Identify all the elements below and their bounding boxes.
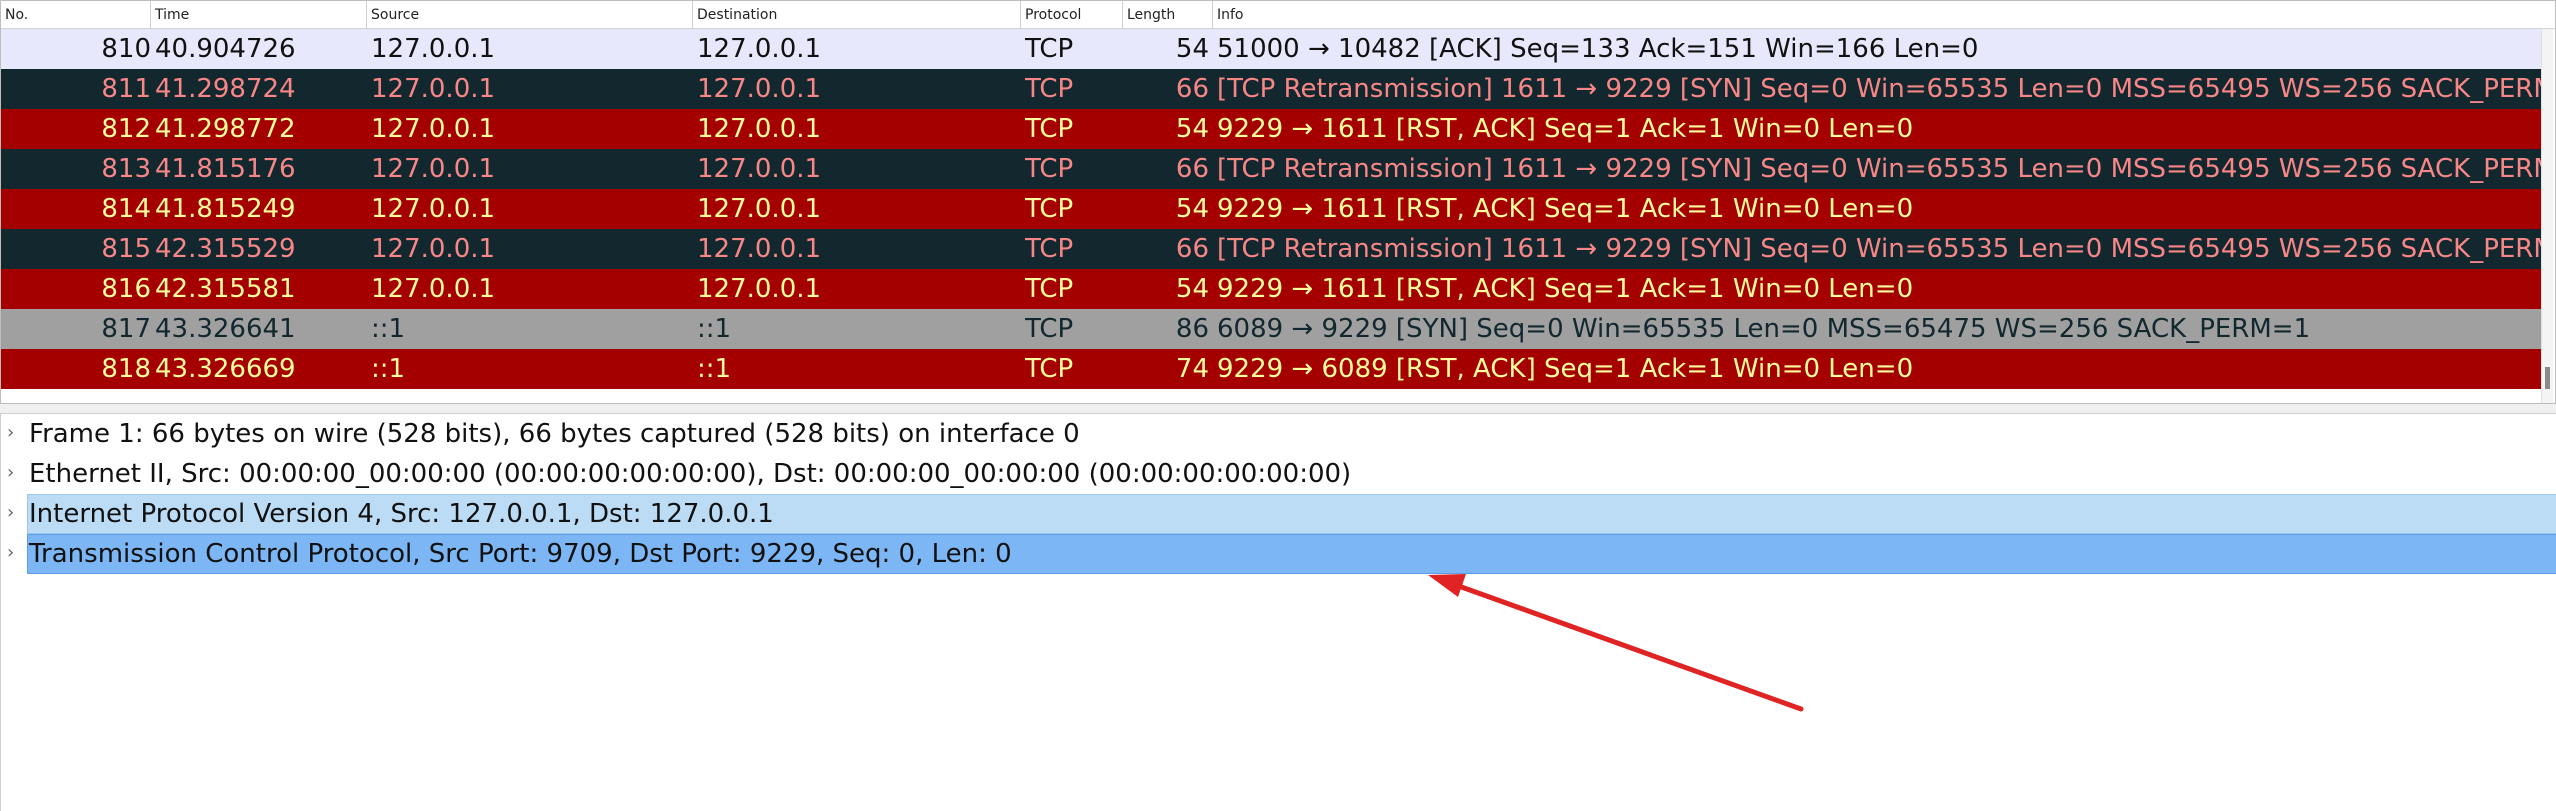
packet-info: [TCP Retransmission] 1611 → 9229 [SYN] S… [1217, 234, 2541, 264]
packet-protocol: TCP [1025, 34, 1074, 64]
packet-source: ::1 [371, 354, 406, 384]
packet-length: 66 [1175, 154, 1209, 184]
packet-info: 51000 → 10482 [ACK] Seq=133 Ack=151 Win=… [1217, 34, 1979, 64]
packet-info: 9229 → 1611 [RST, ACK] Seq=1 Ack=1 Win=0… [1217, 114, 1914, 144]
packet-destination: 127.0.0.1 [697, 34, 822, 64]
packet-length: 66 [1175, 234, 1209, 264]
packet-source: 127.0.0.1 [371, 154, 496, 184]
column-protocol[interactable]: Protocol [1021, 1, 1123, 29]
packet-row[interactable]: 814 41.815249 127.0.0.1 127.0.0.1 TCP 54… [1, 189, 2541, 229]
packet-no: 816 [101, 274, 151, 304]
packet-row[interactable]: 813 41.815176 127.0.0.1 127.0.0.1 TCP 66… [1, 149, 2541, 189]
detail-text: Transmission Control Protocol, Src Port:… [29, 539, 1012, 569]
packet-time: 41.298772 [155, 114, 296, 144]
packet-time: 43.326641 [155, 314, 296, 344]
column-destination[interactable]: Destination [693, 1, 1021, 29]
packet-no: 814 [101, 194, 151, 224]
packet-source: 127.0.0.1 [371, 114, 496, 144]
packet-destination: 127.0.0.1 [697, 234, 822, 264]
column-source[interactable]: Source [367, 1, 693, 29]
packet-row[interactable]: 818 43.326669 ::1 ::1 TCP 74 9229 → 6089… [1, 349, 2541, 389]
packet-time: 42.315581 [155, 274, 296, 304]
packet-info: [TCP Retransmission] 1611 → 9229 [SYN] S… [1217, 154, 2541, 184]
packet-info: 9229 → 1611 [RST, ACK] Seq=1 Ack=1 Win=0… [1217, 274, 1914, 304]
vertical-scrollbar[interactable] [2541, 29, 2553, 403]
packet-row[interactable]: 816 42.315581 127.0.0.1 127.0.0.1 TCP 54… [1, 269, 2541, 309]
packet-source: ::1 [371, 314, 406, 344]
packet-source: 127.0.0.1 [371, 74, 496, 104]
detail-tree-item[interactable]: › Internet Protocol Version 4, Src: 127.… [1, 494, 2556, 534]
packet-protocol: TCP [1025, 114, 1074, 144]
packet-details-pane[interactable]: › Frame 1: 66 bytes on wire (528 bits), … [0, 414, 2556, 811]
packet-time: 41.298724 [155, 74, 296, 104]
packet-no: 817 [101, 314, 151, 344]
packet-protocol: TCP [1025, 354, 1074, 384]
packet-source: 127.0.0.1 [371, 274, 496, 304]
packet-no: 813 [101, 154, 151, 184]
packet-no: 810 [101, 34, 151, 64]
packet-row[interactable]: 811 41.298724 127.0.0.1 127.0.0.1 TCP 66… [1, 69, 2541, 109]
packet-rows: 810 40.904726 127.0.0.1 127.0.0.1 TCP 54… [1, 29, 2541, 389]
packet-info: [TCP Retransmission] 1611 → 9229 [SYN] S… [1217, 74, 2541, 104]
packet-no: 815 [101, 234, 151, 264]
packet-time: 41.815249 [155, 194, 296, 224]
packet-row[interactable]: 810 40.904726 127.0.0.1 127.0.0.1 TCP 54… [1, 29, 2541, 69]
pane-splitter[interactable] [0, 404, 2556, 414]
packet-no: 811 [101, 74, 151, 104]
packet-source: 127.0.0.1 [371, 194, 496, 224]
packet-row[interactable]: 812 41.298772 127.0.0.1 127.0.0.1 TCP 54… [1, 109, 2541, 149]
packet-time: 43.326669 [155, 354, 296, 384]
packet-no: 812 [101, 114, 151, 144]
scrollbar-thumb[interactable] [2545, 367, 2550, 389]
column-info[interactable]: Info [1213, 1, 2543, 29]
chevron-right-icon[interactable]: › [7, 534, 23, 572]
detail-text: Internet Protocol Version 4, Src: 127.0.… [29, 499, 774, 529]
packet-info: 9229 → 6089 [RST, ACK] Seq=1 Ack=1 Win=0… [1217, 354, 1914, 384]
packet-protocol: TCP [1025, 234, 1074, 264]
detail-tree-item[interactable]: › Transmission Control Protocol, Src Por… [1, 534, 2556, 574]
chevron-right-icon[interactable]: › [7, 454, 23, 492]
packet-destination: ::1 [697, 314, 732, 344]
packet-protocol: TCP [1025, 194, 1074, 224]
detail-tree-item[interactable]: › Ethernet II, Src: 00:00:00_00:00:00 (0… [1, 454, 2556, 494]
packet-row[interactable]: 817 43.326641 ::1 ::1 TCP 86 6089 → 9229… [1, 309, 2541, 349]
chevron-right-icon[interactable]: › [7, 414, 23, 452]
packet-row[interactable]: 815 42.315529 127.0.0.1 127.0.0.1 TCP 66… [1, 229, 2541, 269]
packet-protocol: TCP [1025, 154, 1074, 184]
packet-length: 54 [1175, 274, 1209, 304]
packet-source: 127.0.0.1 [371, 34, 496, 64]
packet-time: 40.904726 [155, 34, 296, 64]
column-header: No. Time Source Destination Protocol Len… [1, 1, 2555, 29]
packet-destination: 127.0.0.1 [697, 114, 822, 144]
packet-list[interactable]: No. Time Source Destination Protocol Len… [0, 0, 2556, 404]
packet-length: 54 [1175, 34, 1209, 64]
packet-info: 9229 → 1611 [RST, ACK] Seq=1 Ack=1 Win=0… [1217, 194, 1914, 224]
packet-protocol: TCP [1025, 74, 1074, 104]
column-length[interactable]: Length [1123, 1, 1213, 29]
packet-time: 42.315529 [155, 234, 296, 264]
packet-length: 54 [1175, 194, 1209, 224]
packet-time: 41.815176 [155, 154, 296, 184]
packet-destination: ::1 [697, 354, 732, 384]
column-time[interactable]: Time [151, 1, 367, 29]
packet-info: 6089 → 9229 [SYN] Seq=0 Win=65535 Len=0 … [1217, 314, 2311, 344]
packet-protocol: TCP [1025, 274, 1074, 304]
packet-destination: 127.0.0.1 [697, 194, 822, 224]
packet-no: 818 [101, 354, 151, 384]
packet-destination: 127.0.0.1 [697, 154, 822, 184]
detail-text: Frame 1: 66 bytes on wire (528 bits), 66… [29, 419, 1080, 449]
packet-destination: 127.0.0.1 [697, 74, 822, 104]
column-no[interactable]: No. [1, 1, 151, 29]
packet-length: 66 [1175, 74, 1209, 104]
packet-protocol: TCP [1025, 314, 1074, 344]
detail-text: Ethernet II, Src: 00:00:00_00:00:00 (00:… [29, 459, 1352, 489]
packet-destination: 127.0.0.1 [697, 274, 822, 304]
packet-source: 127.0.0.1 [371, 234, 496, 264]
packet-length: 86 [1175, 314, 1209, 344]
packet-length: 74 [1175, 354, 1209, 384]
chevron-right-icon[interactable]: › [7, 494, 23, 532]
packet-length: 54 [1175, 114, 1209, 144]
detail-tree-item[interactable]: › Frame 1: 66 bytes on wire (528 bits), … [1, 414, 2556, 454]
